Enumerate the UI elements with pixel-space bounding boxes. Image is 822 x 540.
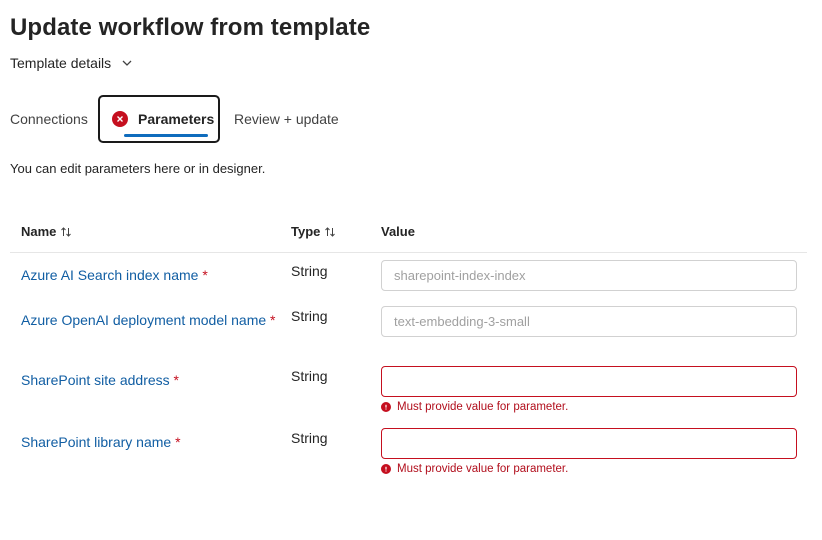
column-header-name[interactable]: Name xyxy=(21,224,72,239)
tab-connections[interactable]: Connections xyxy=(10,95,88,143)
table-row: SharePoint library name * String Must pr… xyxy=(10,421,807,491)
parameter-name: Azure AI Search index name * xyxy=(21,266,276,284)
required-marker: * xyxy=(270,312,276,328)
error-circle-icon xyxy=(112,111,128,127)
validation-error: Must provide value for parameter. xyxy=(381,463,568,475)
column-header-name-label: Name xyxy=(21,224,57,239)
chevron-down-icon xyxy=(122,60,132,66)
parameter-type: String xyxy=(291,263,328,279)
tab-parameters-label: Parameters xyxy=(138,111,215,127)
column-header-value-label: Value xyxy=(381,224,415,239)
parameter-value-input[interactable] xyxy=(381,428,797,459)
column-header-value: Value xyxy=(381,224,415,239)
parameter-type: String xyxy=(291,368,328,384)
required-marker: * xyxy=(202,267,208,283)
parameter-name: Azure OpenAI deployment model name * xyxy=(21,311,276,329)
parameter-value-input[interactable] xyxy=(381,260,797,291)
parameters-table: Name Type Value Azure AI Search index na… xyxy=(10,212,807,491)
parameter-name-label: Azure OpenAI deployment model name xyxy=(21,312,267,328)
required-marker: * xyxy=(175,434,181,450)
parameter-name-label: SharePoint library name xyxy=(21,434,172,450)
required-marker: * xyxy=(173,372,179,388)
tab-review-label: Review + update xyxy=(234,111,339,127)
selected-tab-indicator xyxy=(124,134,208,137)
parameter-type: String xyxy=(291,430,328,446)
parameter-value-input[interactable] xyxy=(381,306,797,337)
sort-icon xyxy=(325,226,336,237)
tab-review-update[interactable]: Review + update xyxy=(234,95,339,143)
error-icon xyxy=(381,464,391,474)
validation-error-text: Must provide value for parameter. xyxy=(397,463,569,475)
table-row: SharePoint site address * String Must pr… xyxy=(10,359,807,421)
table-row: Azure OpenAI deployment model name * Str… xyxy=(10,299,807,359)
parameter-name: SharePoint site address * xyxy=(21,371,276,389)
parameter-name-label: Azure AI Search index name xyxy=(21,267,199,283)
validation-error-text: Must provide value for parameter. xyxy=(397,401,569,413)
parameter-type: String xyxy=(291,308,328,324)
page-title: Update workflow from template xyxy=(10,14,371,41)
template-details-label: Template details xyxy=(10,55,112,71)
tab-list: Connections Parameters Review + update xyxy=(0,95,400,143)
tab-parameters[interactable]: Parameters xyxy=(98,95,220,143)
tab-connections-label: Connections xyxy=(10,111,88,127)
validation-error: Must provide value for parameter. xyxy=(381,401,568,413)
parameter-value-input[interactable] xyxy=(381,366,797,397)
sort-icon xyxy=(61,226,72,237)
intro-text: You can edit parameters here or in desig… xyxy=(10,161,266,176)
table-row: Azure AI Search index name * String xyxy=(10,253,807,299)
parameter-name-label: SharePoint site address xyxy=(21,372,170,388)
error-icon xyxy=(381,402,391,412)
parameter-name: SharePoint library name * xyxy=(21,433,276,451)
column-header-type-label: Type xyxy=(291,224,321,239)
table-header: Name Type Value xyxy=(10,212,807,253)
column-header-type[interactable]: Type xyxy=(291,224,336,239)
template-details-toggle[interactable]: Template details xyxy=(10,55,133,71)
